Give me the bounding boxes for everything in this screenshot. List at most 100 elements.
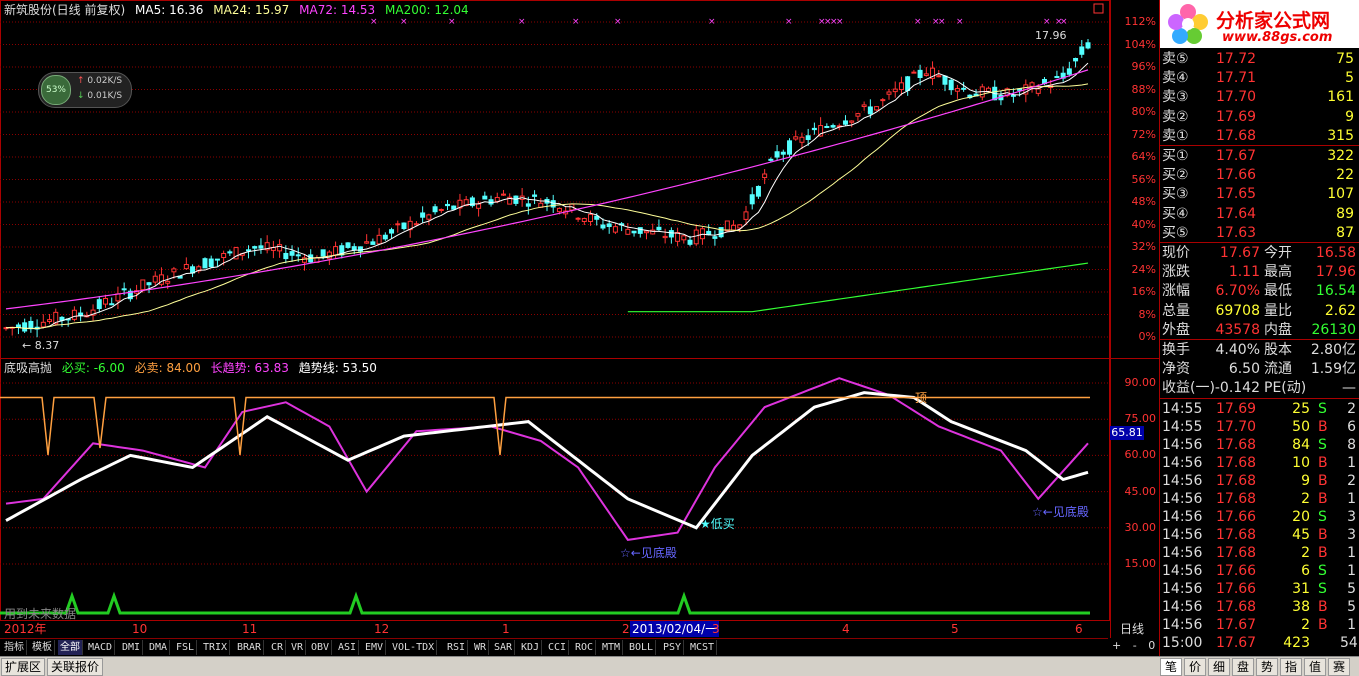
tick-count: 5 <box>1347 580 1356 597</box>
y-tick-indicator: 60.00 <box>1124 448 1157 462</box>
tab-wr[interactable]: WR <box>472 640 490 655</box>
tab-zero-button[interactable]: 0 <box>1148 639 1155 652</box>
related-quote-button[interactable]: 关联报价 <box>47 658 104 676</box>
tick-volume: 2 <box>1301 490 1310 507</box>
tick-direction: B <box>1318 616 1328 633</box>
svg-text:×: × <box>708 17 716 27</box>
info-row: 净资 6.50 流通 1.59亿 <box>1160 360 1359 378</box>
info-label: 流通 <box>1264 361 1292 378</box>
tab-vol-tdx[interactable]: VOL-TDX <box>390 640 438 655</box>
stat-value: 2.62 <box>1324 302 1356 319</box>
tick-direction: S <box>1318 508 1327 525</box>
tab-kdj[interactable]: KDJ <box>519 640 543 655</box>
tick-price: 17.67 <box>1216 616 1257 633</box>
tick-row: 14:56 17.68 38 B 5 <box>1160 598 1359 616</box>
divider <box>1160 339 1359 340</box>
tab-cci[interactable]: CCI <box>546 640 570 655</box>
tab-mtm[interactable]: MTM <box>600 640 624 655</box>
site-logo: 分析家公式网 www.88gs.com <box>1160 0 1359 48</box>
info-row: 换手 4.40% 股本 2.80亿 <box>1160 341 1359 359</box>
stat-value: 26130 <box>1311 321 1356 338</box>
stat-label: 最高 <box>1264 264 1292 281</box>
tab-指标[interactable]: 指标 <box>2 640 27 655</box>
stat-value: 43578 <box>1215 321 1260 338</box>
tab-sar[interactable]: SAR <box>492 640 516 655</box>
svg-text:×: × <box>572 17 580 27</box>
tab-fsl[interactable]: FSL <box>174 640 198 655</box>
tab-boll[interactable]: BOLL <box>627 640 657 655</box>
tick-direction: B <box>1318 490 1328 507</box>
bid-row: 买② 17.66 22 <box>1160 166 1359 184</box>
tick-volume: 9 <box>1301 472 1310 489</box>
stat-row: 外盘 43578 内盘 26130 <box>1160 321 1359 339</box>
date-m12: 12 <box>374 622 390 636</box>
ask-row: 卖② 17.69 9 <box>1160 108 1359 126</box>
tab-psy[interactable]: PSY <box>661 640 685 655</box>
expand-area-button[interactable]: 扩展区 <box>1 658 46 676</box>
svg-text:×: × <box>448 17 456 27</box>
tab-emv[interactable]: EMV <box>363 640 387 655</box>
tick-count: 3 <box>1347 526 1356 543</box>
net-speed-widget[interactable]: 53% ↑ 0.02K/S ↓ 0.01K/S <box>38 72 132 108</box>
stock-title: 新筑股份(日线 前复权) <box>4 3 126 17</box>
tab-dma[interactable]: DMA <box>147 640 171 655</box>
tick-count: 2 <box>1347 400 1356 417</box>
date-m4: 4 <box>842 622 850 636</box>
bixmai-value: 必买: -6.00 <box>61 361 125 375</box>
bottom-label-2: ☆←见底殿 <box>1032 505 1089 519</box>
net-down: ↓ 0.01K/S <box>77 91 123 101</box>
panel-tab-5[interactable]: 指 <box>1280 658 1302 676</box>
tick-time: 14:56 <box>1162 562 1203 579</box>
bid-volume: 107 <box>1327 186 1354 203</box>
panel-tab-6[interactable]: 值 <box>1304 658 1326 676</box>
tick-volume: 84 <box>1292 436 1310 453</box>
svg-text:×: × <box>370 17 378 27</box>
bid-price: 17.65 <box>1216 186 1257 203</box>
tab-plus-button[interactable]: + <box>1112 639 1121 652</box>
tab-rsi[interactable]: RSI <box>445 640 469 655</box>
tab-mcst[interactable]: MCST <box>688 640 718 655</box>
tab-obv[interactable]: OBV <box>309 640 333 655</box>
tab-全部[interactable]: 全部 <box>58 640 83 655</box>
date-m10: 10 <box>132 622 148 636</box>
ask-volume: 9 <box>1345 108 1354 125</box>
panel-tab-7[interactable]: 赛 <box>1328 658 1350 676</box>
stat-label: 外盘 <box>1162 321 1190 338</box>
tab-roc[interactable]: ROC <box>573 640 597 655</box>
tab-trix[interactable]: TRIX <box>201 640 231 655</box>
panel-tab-4[interactable]: 势 <box>1256 658 1278 676</box>
tick-price: 17.69 <box>1216 400 1257 417</box>
tab-dmi[interactable]: DMI <box>120 640 144 655</box>
tab-macd[interactable]: MACD <box>86 640 116 655</box>
trend-line-value: 趋势线: 53.50 <box>298 361 377 375</box>
stat-value: 17.96 <box>1315 264 1356 281</box>
tab-cr[interactable]: CR <box>269 640 287 655</box>
tab-asi[interactable]: ASI <box>336 640 360 655</box>
svg-text:×: × <box>785 17 793 27</box>
period-label[interactable]: 日线 <box>1120 621 1144 637</box>
panel-tab-1[interactable]: 价 <box>1184 658 1206 676</box>
panel-tab-0[interactable]: 笔 <box>1160 658 1182 676</box>
tick-direction: B <box>1318 544 1328 561</box>
ask-volume: 161 <box>1327 89 1354 106</box>
date-m2: 2 <box>622 622 630 636</box>
tick-row: 14:56 17.68 10 B 1 <box>1160 454 1359 472</box>
panel-tab-2[interactable]: 细 <box>1208 658 1230 676</box>
ask-row: 卖⑤ 17.72 75 <box>1160 50 1359 68</box>
stat-value: 1.11 <box>1228 264 1260 281</box>
tick-volume: 45 <box>1292 526 1310 543</box>
stat-row: 涨幅 6.70% 最低 16.54 <box>1160 282 1359 300</box>
ask-volume: 315 <box>1327 127 1354 144</box>
bid-volume: 22 <box>1336 167 1354 184</box>
tick-count: 2 <box>1347 472 1356 489</box>
panel-tab-3[interactable]: 盘 <box>1232 658 1254 676</box>
ask-row: 卖③ 17.70 161 <box>1160 88 1359 106</box>
tab-模板[interactable]: 模板 <box>30 640 55 655</box>
indicator-name[interactable]: 底吸高抛 <box>4 361 52 375</box>
ma72-value: MA72: 14.53 <box>299 3 376 17</box>
tick-volume: 50 <box>1292 418 1310 435</box>
tab-brar[interactable]: BRAR <box>235 640 265 655</box>
tab-minus-button[interactable]: - <box>1133 639 1137 652</box>
tick-price: 17.68 <box>1216 436 1257 453</box>
tab-vr[interactable]: VR <box>289 640 307 655</box>
